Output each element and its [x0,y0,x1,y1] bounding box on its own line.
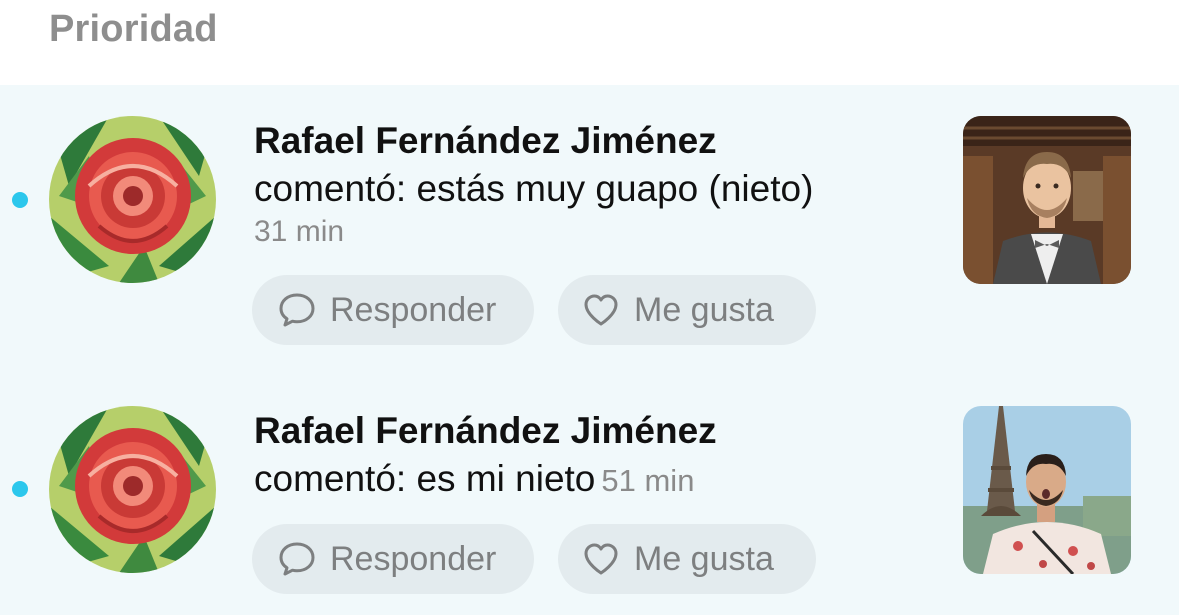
like-button[interactable]: Me gusta [558,524,816,594]
reply-button[interactable]: Responder [252,275,534,345]
notification-comment-text: comentó: es mi nieto [254,458,596,499]
notification-comment: comentó: es mi nieto 51 min [254,458,694,500]
avatar[interactable] [49,406,216,573]
unread-indicator [12,192,28,208]
notification-item[interactable]: Rafael Fernández Jiménez comentó: es mi … [0,365,1179,615]
heart-outline-icon [582,291,620,329]
notification-author: Rafael Fernández Jiménez [254,410,717,451]
like-button-label: Me gusta [634,539,774,578]
heart-outline-icon [582,540,620,578]
like-button-label: Me gusta [634,290,774,329]
section-header: Prioridad [0,0,1179,85]
post-thumbnail[interactable] [963,116,1131,284]
notification-author: Rafael Fernández Jiménez [254,120,717,161]
post-thumbnail[interactable] [963,406,1131,574]
speech-bubble-icon [278,540,316,578]
like-button[interactable]: Me gusta [558,275,816,345]
notification-time: 51 min [601,463,695,498]
notification-comment: comentó: estás muy guapo (nieto) [254,168,814,209]
notification-time: 31 min [254,215,345,248]
section-title: Prioridad [49,8,218,50]
notification-item[interactable]: Rafael Fernández Jiménez comentó: estás … [0,85,1179,365]
avatar[interactable] [49,116,216,283]
reply-button[interactable]: Responder [252,524,534,594]
reply-button-label: Responder [330,290,497,329]
reply-button-label: Responder [330,539,497,578]
unread-indicator [12,481,28,497]
speech-bubble-icon [278,291,316,329]
notification-list: Rafael Fernández Jiménez comentó: estás … [0,85,1179,615]
